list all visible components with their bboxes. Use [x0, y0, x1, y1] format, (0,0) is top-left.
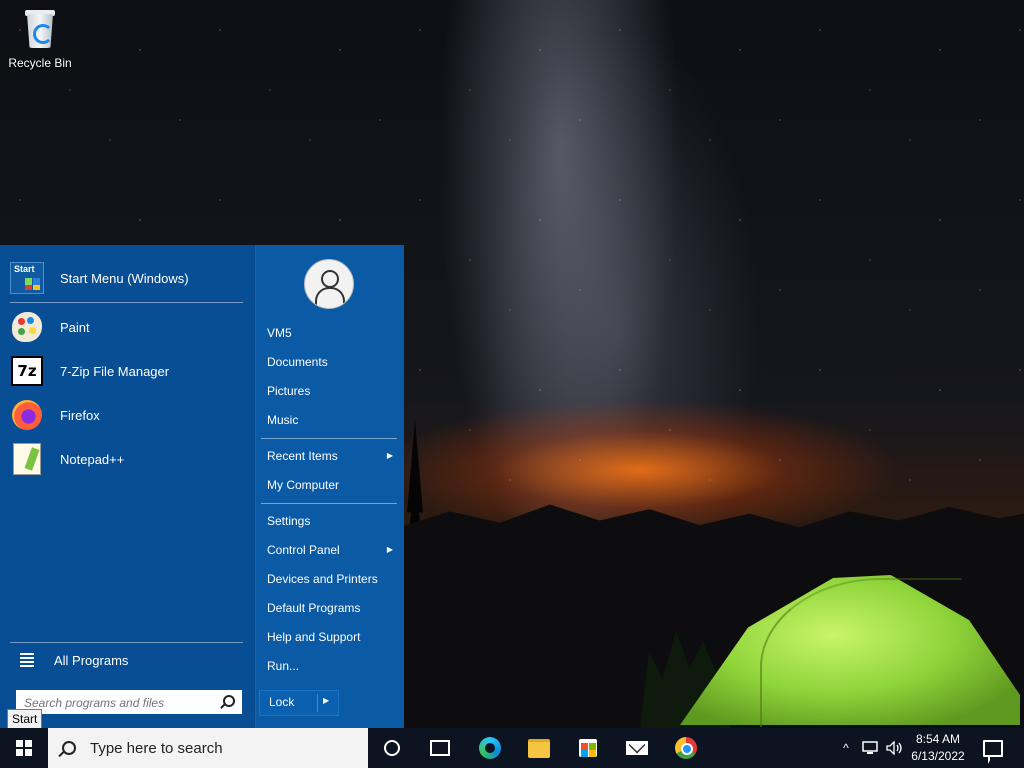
- user-avatar-icon[interactable]: [304, 259, 354, 309]
- program-label: Firefox: [60, 407, 100, 423]
- windows-logo-icon: [16, 740, 32, 756]
- store-taskbar-button[interactable]: [568, 728, 608, 768]
- program-paint[interactable]: Paint: [10, 307, 246, 347]
- cortana-button[interactable]: [372, 728, 412, 768]
- submenu-arrow-icon: ▶: [386, 451, 393, 460]
- start-menu-icon: Start: [10, 262, 44, 294]
- program-firefox[interactable]: Firefox: [10, 395, 246, 435]
- volume-button[interactable]: [884, 728, 906, 768]
- network-icon: [862, 741, 878, 754]
- mail-taskbar-button[interactable]: [617, 728, 657, 768]
- search-icon: [62, 741, 76, 755]
- menu-item-control-panel[interactable]: Control Panel ▶: [267, 538, 397, 562]
- clock-time: 8:54 AM: [915, 732, 961, 746]
- program-label: Start Menu (Windows): [60, 270, 189, 286]
- taskbar-search-box[interactable]: Type here to search: [48, 728, 368, 768]
- start-search-input[interactable]: [22, 691, 222, 715]
- lock-label: Lock: [269, 695, 295, 709]
- edge-icon: [479, 737, 501, 759]
- menu-item-vm5[interactable]: VM5: [267, 321, 397, 345]
- firefox-icon: [12, 400, 42, 430]
- clock-date: 6/13/2022: [911, 749, 965, 763]
- program-label: 7-Zip File Manager: [60, 363, 170, 379]
- store-icon: [579, 739, 597, 757]
- desktop-icon-label: Recycle Bin: [8, 56, 72, 70]
- taskbar: Type here to search ^ 8:54 AM 6/13/2022: [0, 728, 1024, 768]
- show-hidden-icons-button[interactable]: ^: [838, 728, 854, 768]
- taskbar-search-placeholder: Type here to search: [90, 739, 223, 757]
- program-label: Paint: [60, 319, 90, 335]
- menu-item-documents[interactable]: Documents: [267, 350, 397, 374]
- lock-button[interactable]: Lock ▶: [259, 690, 339, 716]
- menu-item-recent-items[interactable]: Recent Items ▶: [267, 444, 397, 468]
- cortana-icon: [384, 740, 400, 756]
- separator: [261, 438, 397, 439]
- task-view-button[interactable]: [420, 728, 460, 768]
- mail-icon: [626, 741, 648, 755]
- program-7zip[interactable]: 7z 7-Zip File Manager: [10, 351, 246, 391]
- menu-item-music[interactable]: Music: [267, 408, 397, 432]
- separator: [261, 503, 397, 504]
- file-explorer-icon: [528, 738, 550, 758]
- menu-item-my-computer[interactable]: My Computer: [267, 473, 397, 497]
- start-menu-places-pane: VM5 Documents Pictures Music Recent Item…: [255, 245, 404, 728]
- file-explorer-taskbar-button[interactable]: [519, 728, 559, 768]
- volume-icon: [886, 741, 902, 755]
- menu-item-pictures[interactable]: Pictures: [267, 379, 397, 403]
- clock[interactable]: 8:54 AM 6/13/2022: [905, 731, 971, 765]
- menu-item-default-programs[interactable]: Default Programs: [267, 596, 397, 620]
- submenu-arrow-icon: ▶: [386, 545, 393, 554]
- menu-item-devices-and-printers[interactable]: Devices and Printers: [267, 567, 397, 591]
- start-menu: Start Start Menu (Windows) Paint 7z 7-Zi…: [0, 245, 404, 728]
- all-programs-button[interactable]: All Programs: [10, 643, 246, 677]
- edge-taskbar-button[interactable]: [470, 728, 510, 768]
- chrome-icon: [675, 737, 697, 759]
- list-icon: [20, 653, 34, 667]
- start-search-box[interactable]: [16, 690, 242, 715]
- program-start-menu-windows[interactable]: Start Start Menu (Windows): [10, 258, 246, 298]
- desktop-icon-recycle-bin[interactable]: Recycle Bin: [5, 8, 75, 70]
- start-tooltip: Start: [7, 709, 43, 729]
- network-button[interactable]: [860, 728, 882, 768]
- 7zip-icon: 7z: [11, 356, 43, 386]
- menu-item-run[interactable]: Run...: [267, 654, 397, 678]
- notepad-plus-plus-icon: [13, 443, 41, 475]
- program-notepad-plus-plus[interactable]: Notepad++: [10, 439, 246, 479]
- menu-item-settings[interactable]: Settings: [267, 509, 397, 533]
- search-icon[interactable]: [223, 695, 235, 707]
- task-view-icon: [430, 740, 450, 756]
- separator: [10, 302, 243, 303]
- chevron-up-icon: ^: [843, 741, 849, 755]
- start-menu-programs-pane: Start Start Menu (Windows) Paint 7z 7-Zi…: [0, 245, 254, 728]
- paint-icon: [12, 312, 42, 342]
- program-label: Notepad++: [60, 451, 125, 467]
- all-programs-label: All Programs: [54, 652, 129, 668]
- chrome-taskbar-button[interactable]: [666, 728, 706, 768]
- notifications-icon[interactable]: [983, 740, 1003, 757]
- start-button[interactable]: [0, 728, 48, 768]
- recycle-bin-icon: [21, 8, 59, 50]
- menu-item-help-and-support[interactable]: Help and Support: [267, 625, 397, 649]
- shutdown-options-arrow-icon[interactable]: ▶: [323, 696, 329, 705]
